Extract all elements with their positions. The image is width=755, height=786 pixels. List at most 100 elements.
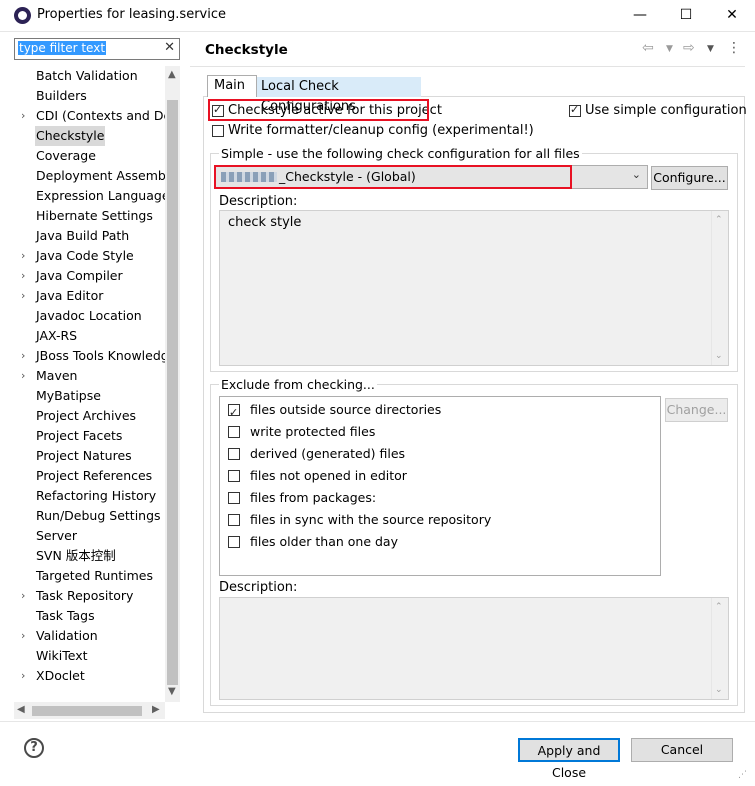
tree-item[interactable]: Checkstyle	[10, 126, 165, 146]
tree-item[interactable]: Hibernate Settings	[10, 206, 165, 226]
tree-item[interactable]: MyBatipse	[10, 386, 165, 406]
tree-item[interactable]: › Java Code Style	[10, 246, 165, 266]
scroll-down-icon[interactable]: ⌄	[715, 351, 723, 361]
filter-input[interactable]: type filter text ✕	[14, 38, 180, 60]
tree-item[interactable]: Project Archives	[10, 406, 165, 426]
tree-hscroll-thumb[interactable]	[32, 706, 142, 716]
minimize-button[interactable]: —	[617, 0, 663, 31]
exclude-group-label: Exclude from checking...	[219, 377, 377, 392]
expand-chevron-icon[interactable]: ›	[21, 346, 25, 366]
back-menu-chevron-icon[interactable]: ▼	[666, 44, 673, 54]
footer-separator	[0, 721, 755, 722]
expand-chevron-icon[interactable]: ›	[21, 366, 25, 386]
configure-button[interactable]: Configure...	[651, 166, 728, 190]
checkbox-icon[interactable]	[228, 492, 240, 504]
tree-item-label: JAX-RS	[36, 328, 78, 343]
expand-chevron-icon[interactable]: ›	[21, 106, 25, 126]
forward-arrow-icon[interactable]: ⇨	[683, 40, 695, 56]
exclude-description-textarea[interactable]: ⌃ ⌄	[219, 597, 729, 700]
window-title: Properties for leasing.service	[37, 7, 226, 22]
tree-item[interactable]: Task Tags	[10, 606, 165, 626]
tree-item[interactable]: Coverage	[10, 146, 165, 166]
tree-item-label: JBoss Tools Knowledg	[36, 348, 165, 363]
cancel-button[interactable]: Cancel	[631, 738, 733, 762]
tree-item[interactable]: › Task Repository	[10, 586, 165, 606]
tree-item[interactable]: WikiText	[10, 646, 165, 666]
view-menu-icon[interactable]: ⋮	[727, 40, 741, 56]
exclude-filter-label: write protected files	[250, 424, 376, 439]
highlight-box	[208, 99, 429, 121]
tree-item[interactable]: Batch Validation	[10, 66, 165, 86]
checkbox-icon[interactable]	[228, 448, 240, 460]
tree-item[interactable]: › JBoss Tools Knowledg	[10, 346, 165, 366]
scroll-down-icon[interactable]: ⌄	[715, 685, 723, 695]
tree-item[interactable]: Project References	[10, 466, 165, 486]
tree-item[interactable]: Server	[10, 526, 165, 546]
checkbox-icon[interactable]	[228, 536, 240, 548]
tree-item-label: Hibernate Settings	[36, 208, 153, 223]
apply-and-close-button[interactable]: Apply and Close	[518, 738, 620, 780]
description-scrollbar[interactable]: ⌃ ⌄	[711, 211, 728, 365]
tree-item[interactable]: Builders	[10, 86, 165, 106]
maximize-button[interactable]: ☐	[663, 0, 709, 31]
tree-item-label: Refactoring History	[36, 488, 157, 503]
tab-main[interactable]: Main	[207, 75, 257, 97]
tree-item[interactable]: Targeted Runtimes	[10, 566, 165, 586]
tree-item[interactable]: › Java Editor	[10, 286, 165, 306]
resize-grip-icon[interactable]: ⋰	[738, 770, 747, 780]
eclipse-icon	[14, 7, 31, 24]
help-icon[interactable]: ?	[24, 738, 44, 758]
expand-chevron-icon[interactable]: ›	[21, 626, 25, 646]
tree-item[interactable]: › Java Compiler	[10, 266, 165, 286]
description-text: check style	[228, 215, 302, 230]
tree-item[interactable]: JAX-RS	[10, 326, 165, 346]
expand-chevron-icon[interactable]: ›	[21, 286, 25, 306]
exclude-filter-label: files outside source directories	[250, 402, 442, 417]
scroll-down-icon[interactable]: ▼	[168, 686, 176, 697]
clear-filter-icon[interactable]: ✕	[164, 40, 175, 55]
tree-item[interactable]: Deployment Assembly	[10, 166, 165, 186]
tree-scroll-thumb[interactable]	[167, 100, 178, 685]
scroll-up-icon[interactable]: ▲	[168, 69, 176, 80]
scroll-up-icon[interactable]: ⌃	[715, 602, 723, 612]
checkbox-icon[interactable]	[228, 426, 240, 438]
close-button[interactable]: ✕	[709, 0, 755, 31]
expand-chevron-icon[interactable]: ›	[21, 266, 25, 286]
checkbox-icon[interactable]	[228, 402, 240, 424]
tree-item[interactable]: Refactoring History	[10, 486, 165, 506]
tree-item-label: Project Archives	[36, 408, 137, 423]
tree-item-label: Run/Debug Settings	[36, 508, 161, 523]
tree-item[interactable]: Javadoc Location	[10, 306, 165, 326]
tree-item-label: Checkstyle	[35, 126, 106, 146]
change-button[interactable]: Change...	[665, 398, 728, 422]
description-label: Description:	[219, 194, 298, 209]
scroll-left-icon[interactable]: ◀	[17, 704, 25, 715]
tree-item[interactable]: › Validation	[10, 626, 165, 646]
exclude-filter-label: files from packages:	[250, 490, 377, 505]
tree-item[interactable]: Run/Debug Settings	[10, 506, 165, 526]
tree-item[interactable]: SVN 版本控制	[10, 546, 165, 566]
tree-item[interactable]: Expression Language	[10, 186, 165, 206]
tree-item-label: Expression Language	[36, 188, 165, 203]
scroll-right-icon[interactable]: ▶	[152, 704, 160, 715]
checkbox-icon[interactable]	[228, 470, 240, 482]
expand-chevron-icon[interactable]: ›	[21, 246, 25, 266]
scroll-up-icon[interactable]: ⌃	[715, 215, 723, 225]
expand-chevron-icon[interactable]: ›	[21, 666, 25, 686]
tree-item[interactable]: Project Facets	[10, 426, 165, 446]
tree-item[interactable]: Project Natures	[10, 446, 165, 466]
tree-item-label: Java Editor	[36, 288, 104, 303]
tree-item[interactable]: Java Build Path	[10, 226, 165, 246]
tree-item[interactable]: › Maven	[10, 366, 165, 386]
tab-local-check-configurations[interactable]: Local Check Configurations	[257, 77, 421, 114]
tree-item-label: Batch Validation	[36, 68, 138, 83]
tree-item[interactable]: › XDoclet	[10, 666, 165, 686]
description-textarea[interactable]: check style ⌃ ⌄	[219, 210, 729, 366]
expand-chevron-icon[interactable]: ›	[21, 586, 25, 606]
checkbox-icon[interactable]	[228, 514, 240, 526]
exclude-description-scrollbar[interactable]: ⌃ ⌄	[711, 598, 728, 699]
checkbox-icon	[569, 103, 581, 117]
tree-item[interactable]: › CDI (Contexts and Dep	[10, 106, 165, 126]
forward-menu-chevron-icon[interactable]: ▼	[707, 44, 714, 54]
back-arrow-icon[interactable]: ⇦	[642, 40, 654, 56]
